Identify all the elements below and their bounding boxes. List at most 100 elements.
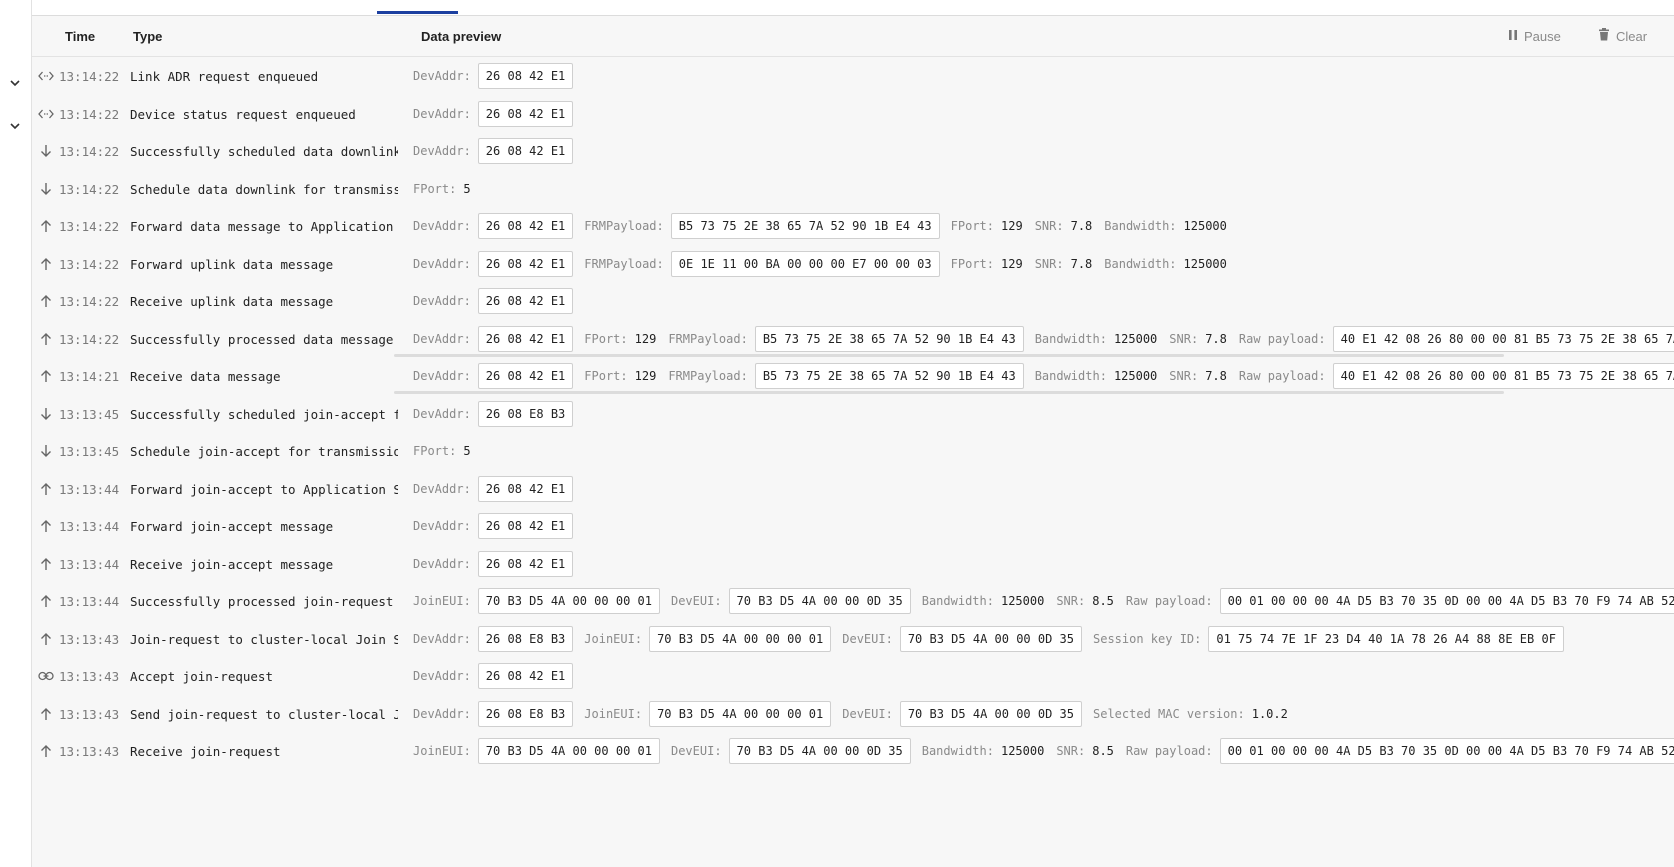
code-icon bbox=[38, 68, 54, 84]
hex-value-box[interactable]: 26 08 42 E1 bbox=[477, 138, 574, 164]
hex-value-box[interactable]: B5 73 75 2E 38 65 7A 52 90 1B E4 43 bbox=[754, 325, 1024, 352]
hex-value-box[interactable]: 26 08 42 E1 bbox=[477, 250, 574, 277]
arrow-up-icon bbox=[38, 293, 54, 309]
event-row[interactable]: 13:14:22 Device status request enqueued De… bbox=[32, 94, 1674, 134]
hex-value-box[interactable]: 26 08 42 E1 bbox=[477, 663, 574, 689]
hex-value-box[interactable]: B5 73 75 2E 38 65 7A 52 90 1B E4 43 bbox=[754, 363, 1024, 389]
hex-value-box[interactable]: 26 08 42 E1 bbox=[477, 550, 574, 577]
chevron-down-icon[interactable] bbox=[8, 76, 22, 90]
event-row[interactable]: 13:13:43 Join-request to cluster-local Jo… bbox=[32, 619, 1674, 659]
event-time: 13:14:22 bbox=[59, 256, 120, 272]
arrow-down-icon bbox=[38, 181, 54, 197]
hex-value-box[interactable]: 40 E1 42 08 26 80 00 00 81 B5 73 75 2E 3… bbox=[1332, 363, 1674, 389]
hex-value-box[interactable]: 70 B3 D5 4A 00 00 0D 35 bbox=[728, 738, 911, 764]
event-type: Successfully scheduled data downlink … bbox=[130, 144, 398, 159]
event-row[interactable]: 13:13:44 Receive join-accept message DevAd… bbox=[32, 544, 1674, 584]
event-row[interactable]: 13:14:21 Receive data message DevAddr: 26 0… bbox=[32, 356, 1674, 396]
hex-value-box[interactable]: 70 B3 D5 4A 00 00 00 01 bbox=[477, 738, 660, 764]
field-label: Bandwidth: bbox=[921, 594, 994, 608]
hex-value-box[interactable]: B5 73 75 2E 38 65 7A 52 90 1B E4 43 bbox=[670, 213, 940, 239]
field-label: DevAddr: bbox=[413, 106, 471, 121]
field-value: 129 bbox=[1001, 219, 1023, 233]
event-row[interactable]: 13:14:22 Forward uplink data message DevAd… bbox=[32, 244, 1674, 284]
data-preview: DevAddr: 26 08 42 E1 FRMPayload: B5 73 75 2… bbox=[413, 213, 1674, 239]
hex-value-box[interactable]: 26 08 42 E1 bbox=[477, 363, 574, 389]
hex-value-box[interactable]: 26 08 42 E1 bbox=[477, 325, 574, 352]
event-row[interactable]: 13:14:22 Schedule data downlink for trans… bbox=[32, 169, 1674, 209]
hex-value-box[interactable]: 00 01 00 00 00 4A D5 B3 70 35 0D 00 00 4… bbox=[1219, 588, 1674, 614]
data-preview: DevAddr: 26 08 42 E1 bbox=[413, 138, 1674, 164]
event-type: Forward join-accept to Application Se… bbox=[130, 481, 398, 497]
chevron-down-icon[interactable] bbox=[8, 119, 22, 133]
hex-value-box[interactable]: 26 08 E8 B3 bbox=[477, 625, 574, 652]
event-row[interactable]: 13:13:44 Successfully processed join-requ… bbox=[32, 581, 1674, 621]
hex-value-box[interactable]: 70 B3 D5 4A 00 00 0D 35 bbox=[899, 625, 1082, 652]
field-label: DevAddr: bbox=[413, 406, 471, 421]
field-label: SNR: bbox=[1056, 744, 1086, 758]
event-row[interactable]: 13:14:22 Link ADR request enqueued DevAddr… bbox=[32, 56, 1674, 96]
hex-value-box[interactable]: 26 08 E8 B3 bbox=[477, 400, 574, 427]
hex-value-box[interactable]: 70 B3 D5 4A 00 00 0D 35 bbox=[728, 588, 911, 614]
events-panel: Time Type Data preview Pause Clear 13:14… bbox=[32, 0, 1674, 867]
hex-value-box[interactable]: 40 E1 42 08 26 80 00 00 81 B5 73 75 2E 3… bbox=[1332, 325, 1674, 352]
hex-value-box[interactable]: 26 08 42 E1 bbox=[477, 475, 574, 502]
event-row[interactable]: 13:13:45 Successfully scheduled join-acce… bbox=[32, 394, 1674, 434]
hex-value-box[interactable]: 01 75 74 7E 1F 23 D4 40 1A 78 26 A4 88 8… bbox=[1208, 625, 1564, 652]
event-row[interactable]: 13:14:22 Receive uplink data message DevAd… bbox=[32, 281, 1674, 321]
hex-value-box[interactable]: 26 08 42 E1 bbox=[477, 288, 574, 314]
field-label: DevAddr: bbox=[413, 556, 471, 571]
pause-button[interactable]: Pause bbox=[1508, 27, 1561, 45]
event-row[interactable]: 13:13:43 Send join-request to cluster-loc… bbox=[32, 694, 1674, 734]
data-preview: DevAddr: 26 08 42 E1 FPort: 129 FRMPayload: B… bbox=[413, 363, 1674, 389]
data-preview: DevAddr: 26 08 42 E1 FRMPayload: 0E 1E 11 0… bbox=[413, 250, 1674, 277]
field-label: DevAddr: bbox=[413, 706, 471, 721]
field-label: DevAddr: bbox=[413, 256, 471, 271]
event-time: 13:13:44 bbox=[59, 556, 120, 572]
hex-value-box[interactable]: 26 08 42 E1 bbox=[477, 513, 574, 539]
event-type: Device status request enqueued bbox=[130, 106, 356, 122]
hex-value-box[interactable]: 70 B3 D5 4A 00 00 00 01 bbox=[649, 625, 832, 652]
hex-value-box[interactable]: 26 08 E8 B3 bbox=[477, 700, 574, 727]
arrow-down-icon bbox=[38, 406, 54, 422]
field-label: Bandwidth: bbox=[1104, 256, 1177, 271]
event-type: Send join-request to cluster-local Jo… bbox=[130, 706, 398, 722]
event-row[interactable]: 13:13:45 Schedule join-accept for transmi… bbox=[32, 431, 1674, 471]
hex-value-box[interactable]: 70 B3 D5 4A 00 00 00 01 bbox=[477, 588, 660, 614]
event-row[interactable]: 13:14:22 Successfully processed data mess… bbox=[32, 319, 1674, 359]
hex-value-box[interactable]: 26 08 42 E1 bbox=[477, 100, 574, 127]
hex-value-box[interactable]: 70 B3 D5 4A 00 00 0D 35 bbox=[899, 700, 1082, 727]
event-row[interactable]: 13:13:44 Forward join-accept to Applicati… bbox=[32, 469, 1674, 509]
hex-value-box[interactable]: 26 08 42 E1 bbox=[477, 63, 574, 89]
clear-button[interactable]: Clear bbox=[1598, 27, 1647, 45]
event-time: 13:13:44 bbox=[59, 481, 120, 497]
hex-value-box[interactable]: 0E 1E 11 00 BA 00 00 00 E7 00 00 03 bbox=[670, 250, 940, 277]
field-label: SNR: bbox=[1169, 369, 1199, 383]
field-label: Raw payload: bbox=[1238, 369, 1326, 383]
left-rail bbox=[0, 0, 32, 867]
event-row[interactable]: 13:13:43 Receive join-request JoinEUI: 70 B… bbox=[32, 731, 1674, 771]
field-label: DevAddr: bbox=[413, 219, 471, 233]
arrow-up-icon bbox=[38, 743, 54, 759]
field-label: FPort: bbox=[584, 369, 628, 383]
data-preview: DevAddr: 26 08 42 E1 bbox=[413, 550, 1674, 577]
hex-value-box[interactable]: 00 01 00 00 00 4A D5 B3 70 35 0D 00 00 4… bbox=[1219, 738, 1674, 764]
event-row[interactable]: 13:14:22 Successfully scheduled data down… bbox=[32, 131, 1674, 171]
field-value: 125000 bbox=[1000, 594, 1045, 608]
arrow-up-icon bbox=[38, 256, 54, 272]
event-type: Schedule join-accept for transmission… bbox=[130, 444, 398, 459]
field-label: Selected MAC version: bbox=[1093, 706, 1245, 721]
field-label: FRMPayload: bbox=[584, 256, 664, 271]
field-label: FPort: bbox=[950, 219, 994, 233]
hex-value-box[interactable]: 70 B3 D5 4A 00 00 00 01 bbox=[649, 700, 832, 727]
hex-value-box[interactable]: 26 08 42 E1 bbox=[477, 213, 574, 239]
event-time: 13:14:22 bbox=[59, 219, 120, 234]
event-row[interactable]: 13:13:44 Forward join-accept message DevAd… bbox=[32, 506, 1674, 546]
data-preview: DevAddr: 26 08 42 E1 bbox=[413, 475, 1674, 502]
field-label: FPort: bbox=[413, 181, 457, 196]
event-time: 13:14:22 bbox=[59, 144, 120, 159]
event-row[interactable]: 13:13:43 Accept join-request DevAddr: 26 08… bbox=[32, 656, 1674, 696]
event-row[interactable]: 13:14:22 Forward data message to Applicat… bbox=[32, 206, 1674, 246]
data-preview: JoinEUI: 70 B3 D5 4A 00 00 00 01 DevEUI: 70… bbox=[413, 738, 1674, 764]
event-type: Link ADR request enqueued bbox=[130, 69, 319, 84]
event-time: 13:13:43 bbox=[59, 744, 120, 759]
